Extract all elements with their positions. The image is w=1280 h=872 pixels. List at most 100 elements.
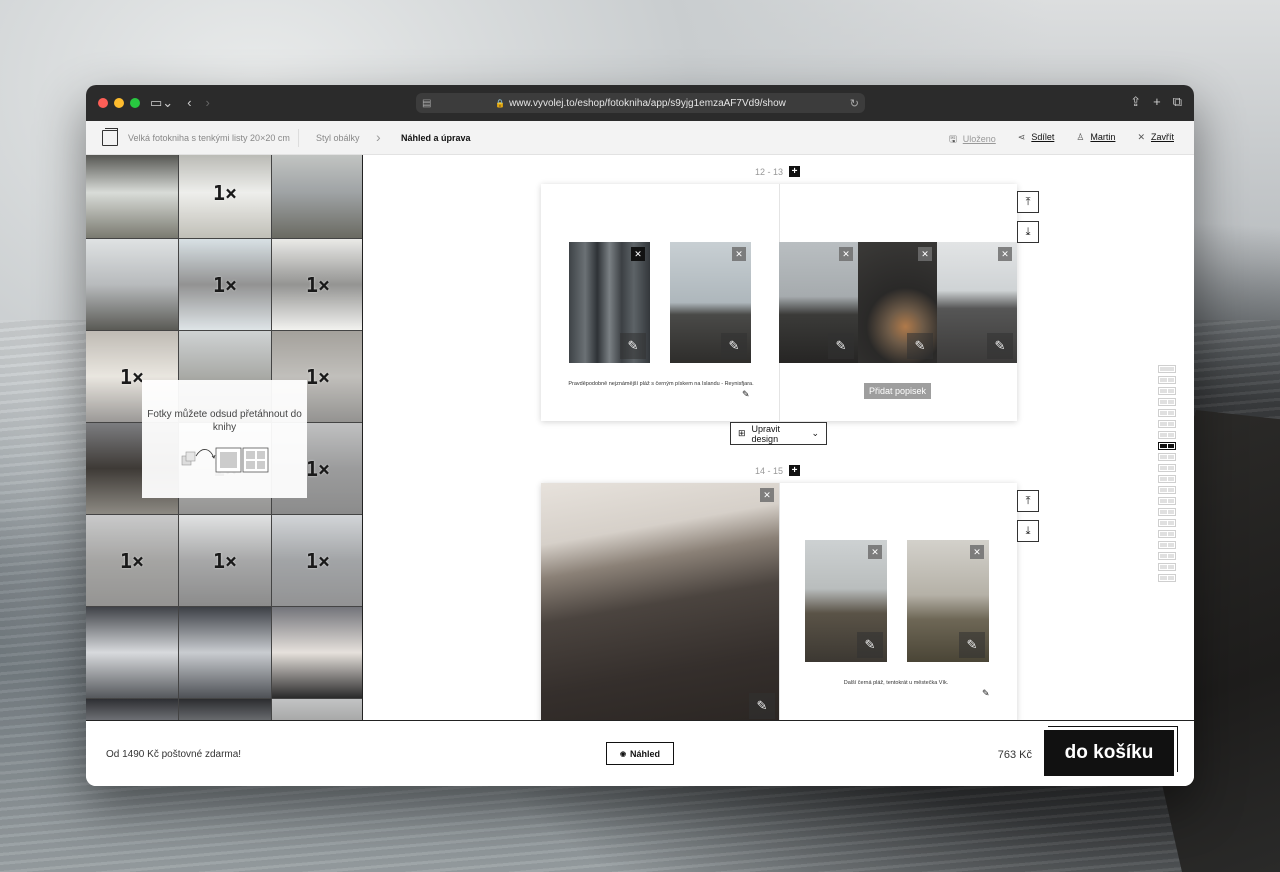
- edit-photo-icon[interactable]: ✎: [857, 632, 883, 658]
- edit-caption-icon[interactable]: ✎: [742, 389, 750, 400]
- remove-photo-icon[interactable]: ✕: [868, 545, 882, 559]
- spread-12-13[interactable]: ✕ ✎ ✕ ✎ Pravděpodobně nejznámější pláž s…: [541, 184, 1017, 421]
- edit-photo-icon[interactable]: ✎: [620, 333, 646, 359]
- page-navigator-item[interactable]: [1158, 563, 1176, 571]
- new-tab-icon[interactable]: +: [1153, 94, 1161, 110]
- page-navigator-item[interactable]: [1158, 519, 1176, 527]
- move-spread-down-icon[interactable]: ⤓: [1017, 520, 1039, 542]
- edit-photo-icon[interactable]: ✎: [749, 693, 775, 719]
- page-navigator-item[interactable]: [1158, 442, 1176, 450]
- page-navigator-item[interactable]: [1158, 464, 1176, 472]
- add-page-button[interactable]: +: [789, 166, 801, 177]
- edit-photo-icon[interactable]: ✎: [959, 632, 985, 658]
- preview-button[interactable]: ◉ Náhled: [606, 742, 674, 765]
- sidebar-toggle-icon[interactable]: ▭⌄: [150, 95, 173, 111]
- edit-photo-icon[interactable]: ✎: [828, 333, 854, 359]
- photo-thumbnail[interactable]: [86, 155, 178, 238]
- photo-boots-black-sand[interactable]: ✕ ✎: [858, 242, 937, 363]
- forward-icon[interactable]: ›: [206, 95, 210, 111]
- photo-beach-waves-fullpage[interactable]: ✕ ✎: [541, 483, 779, 720]
- usage-count-badge: 1×: [119, 548, 145, 573]
- page-navigator-item[interactable]: [1158, 486, 1176, 494]
- photo-thumbnail[interactable]: 1×: [179, 515, 271, 606]
- address-bar[interactable]: ▤ 🔒 www.vyvolej.to/eshop/fotokniha/app/s…: [416, 93, 865, 113]
- breadcrumb-cover-style[interactable]: Styl obálky: [316, 133, 360, 143]
- photo-misty-field[interactable]: ✕ ✎: [907, 540, 989, 662]
- zoom-window-button[interactable]: [130, 98, 140, 108]
- move-spread-up-icon[interactable]: ⤒: [1017, 191, 1039, 213]
- photo-thumbnail[interactable]: [86, 607, 178, 698]
- photo-thumbnail[interactable]: 1×: [86, 515, 178, 606]
- minimize-window-button[interactable]: [114, 98, 124, 108]
- page-navigator-item[interactable]: [1158, 431, 1176, 439]
- saved-status: 🖫 Uloženo: [949, 132, 996, 148]
- page-navigator-item[interactable]: [1158, 530, 1176, 538]
- photo-thumbnail[interactable]: [272, 155, 362, 238]
- page-navigator-item[interactable]: [1158, 398, 1176, 406]
- remove-photo-icon[interactable]: ✕: [918, 247, 932, 261]
- tabs-overview-icon[interactable]: ⧉: [1173, 94, 1182, 110]
- edit-photo-icon[interactable]: ✎: [721, 333, 747, 359]
- add-page-button[interactable]: +: [789, 465, 801, 476]
- remove-photo-icon[interactable]: ✕: [839, 247, 853, 261]
- share-link[interactable]: ⋖ Sdílet: [1018, 132, 1055, 148]
- photo-thumbnail[interactable]: [86, 699, 178, 720]
- photo-thumbnail[interactable]: [86, 239, 178, 330]
- user-link[interactable]: ♙ Martin: [1076, 132, 1115, 148]
- book-canvas[interactable]: 12 - 13 + ✕ ✎ ✕ ✎ Pravděpodobně nejznámě…: [364, 155, 1194, 720]
- photo-thumbnail[interactable]: [179, 699, 271, 720]
- photo-caption[interactable]: Pravděpodobně nejznámější pláž s černým …: [561, 381, 761, 387]
- photo-thumbnail[interactable]: [272, 699, 362, 720]
- page-navigator-item[interactable]: [1158, 541, 1176, 549]
- saved-label: Uloženo: [962, 134, 996, 144]
- close-window-button[interactable]: [98, 98, 108, 108]
- page-navigator-item[interactable]: [1158, 475, 1176, 483]
- edit-design-button[interactable]: ⊞ Upravit design ⌄: [730, 422, 827, 445]
- photo-woman-beach[interactable]: ✕ ✎: [670, 242, 751, 363]
- photo-thumbnail[interactable]: 1×: [179, 155, 271, 238]
- edit-photo-icon[interactable]: ✎: [987, 333, 1013, 359]
- photo-thumbnail[interactable]: [272, 607, 362, 698]
- page-navigator-item[interactable]: [1158, 365, 1176, 373]
- page-navigator-item[interactable]: [1158, 508, 1176, 516]
- back-icon[interactable]: ‹: [187, 95, 191, 111]
- photo-woman-coat-beach[interactable]: ✕ ✎: [805, 540, 887, 662]
- page-navigator-item[interactable]: [1158, 497, 1176, 505]
- page-navigator-item[interactable]: [1158, 409, 1176, 417]
- add-caption-button[interactable]: Přidat popisek: [864, 383, 931, 399]
- edit-photo-icon[interactable]: ✎: [907, 333, 933, 359]
- remove-photo-icon[interactable]: ✕: [970, 545, 984, 559]
- app-header: Velká fotokniha s tenkými listy 20×20 cm…: [86, 121, 1194, 155]
- remove-photo-icon[interactable]: ✕: [732, 247, 746, 261]
- photo-footprints-beach[interactable]: ✕ ✎: [937, 242, 1017, 363]
- close-link[interactable]: ✕ Zavřít: [1137, 132, 1174, 148]
- photo-thumbnail[interactable]: 1×: [272, 239, 362, 330]
- page-navigator-item[interactable]: [1158, 376, 1176, 384]
- move-spread-down-icon[interactable]: ⤓: [1017, 221, 1039, 243]
- remove-photo-icon[interactable]: ✕: [998, 247, 1012, 261]
- page-navigator-item[interactable]: [1158, 574, 1176, 582]
- photo-basalt-columns[interactable]: ✕ ✎: [569, 242, 650, 363]
- breadcrumb-product[interactable]: Velká fotokniha s tenkými listy 20×20 cm: [128, 133, 290, 143]
- photo-thumbnail[interactable]: 1×: [179, 239, 271, 330]
- user-icon: ♙: [1076, 132, 1085, 142]
- spread-14-15[interactable]: ✕ ✎ ✕ ✎ ✕ ✎ Další černá pláž, tentokrát …: [541, 483, 1017, 720]
- share-icon[interactable]: ⇪: [1130, 94, 1141, 110]
- photo-caption[interactable]: Další černá pláž, tentokrát u městečka V…: [801, 680, 991, 686]
- photo-thumbnail[interactable]: 1×: [272, 515, 362, 606]
- page-navigator-item[interactable]: [1158, 453, 1176, 461]
- photo-person-sea-stacks[interactable]: ✕ ✎: [779, 242, 858, 363]
- photo-thumbnail[interactable]: [179, 607, 271, 698]
- reload-icon[interactable]: ↻: [850, 97, 859, 110]
- page-navigator-item[interactable]: [1158, 420, 1176, 428]
- photo-library[interactable]: 1×1×1×1×1×1×1×1×1×1× Fotky můžete odsud …: [86, 155, 363, 720]
- move-spread-up-icon[interactable]: ⤒: [1017, 490, 1039, 512]
- remove-photo-icon[interactable]: ✕: [760, 488, 774, 502]
- remove-photo-icon[interactable]: ✕: [631, 247, 645, 261]
- page-navigator-item[interactable]: [1158, 387, 1176, 395]
- page-navigator[interactable]: [1158, 365, 1176, 582]
- page-navigator-item[interactable]: [1158, 552, 1176, 560]
- add-to-cart-button[interactable]: do košíku: [1044, 730, 1174, 776]
- edit-caption-icon[interactable]: ✎: [982, 688, 990, 699]
- reader-icon[interactable]: ▤: [422, 98, 431, 109]
